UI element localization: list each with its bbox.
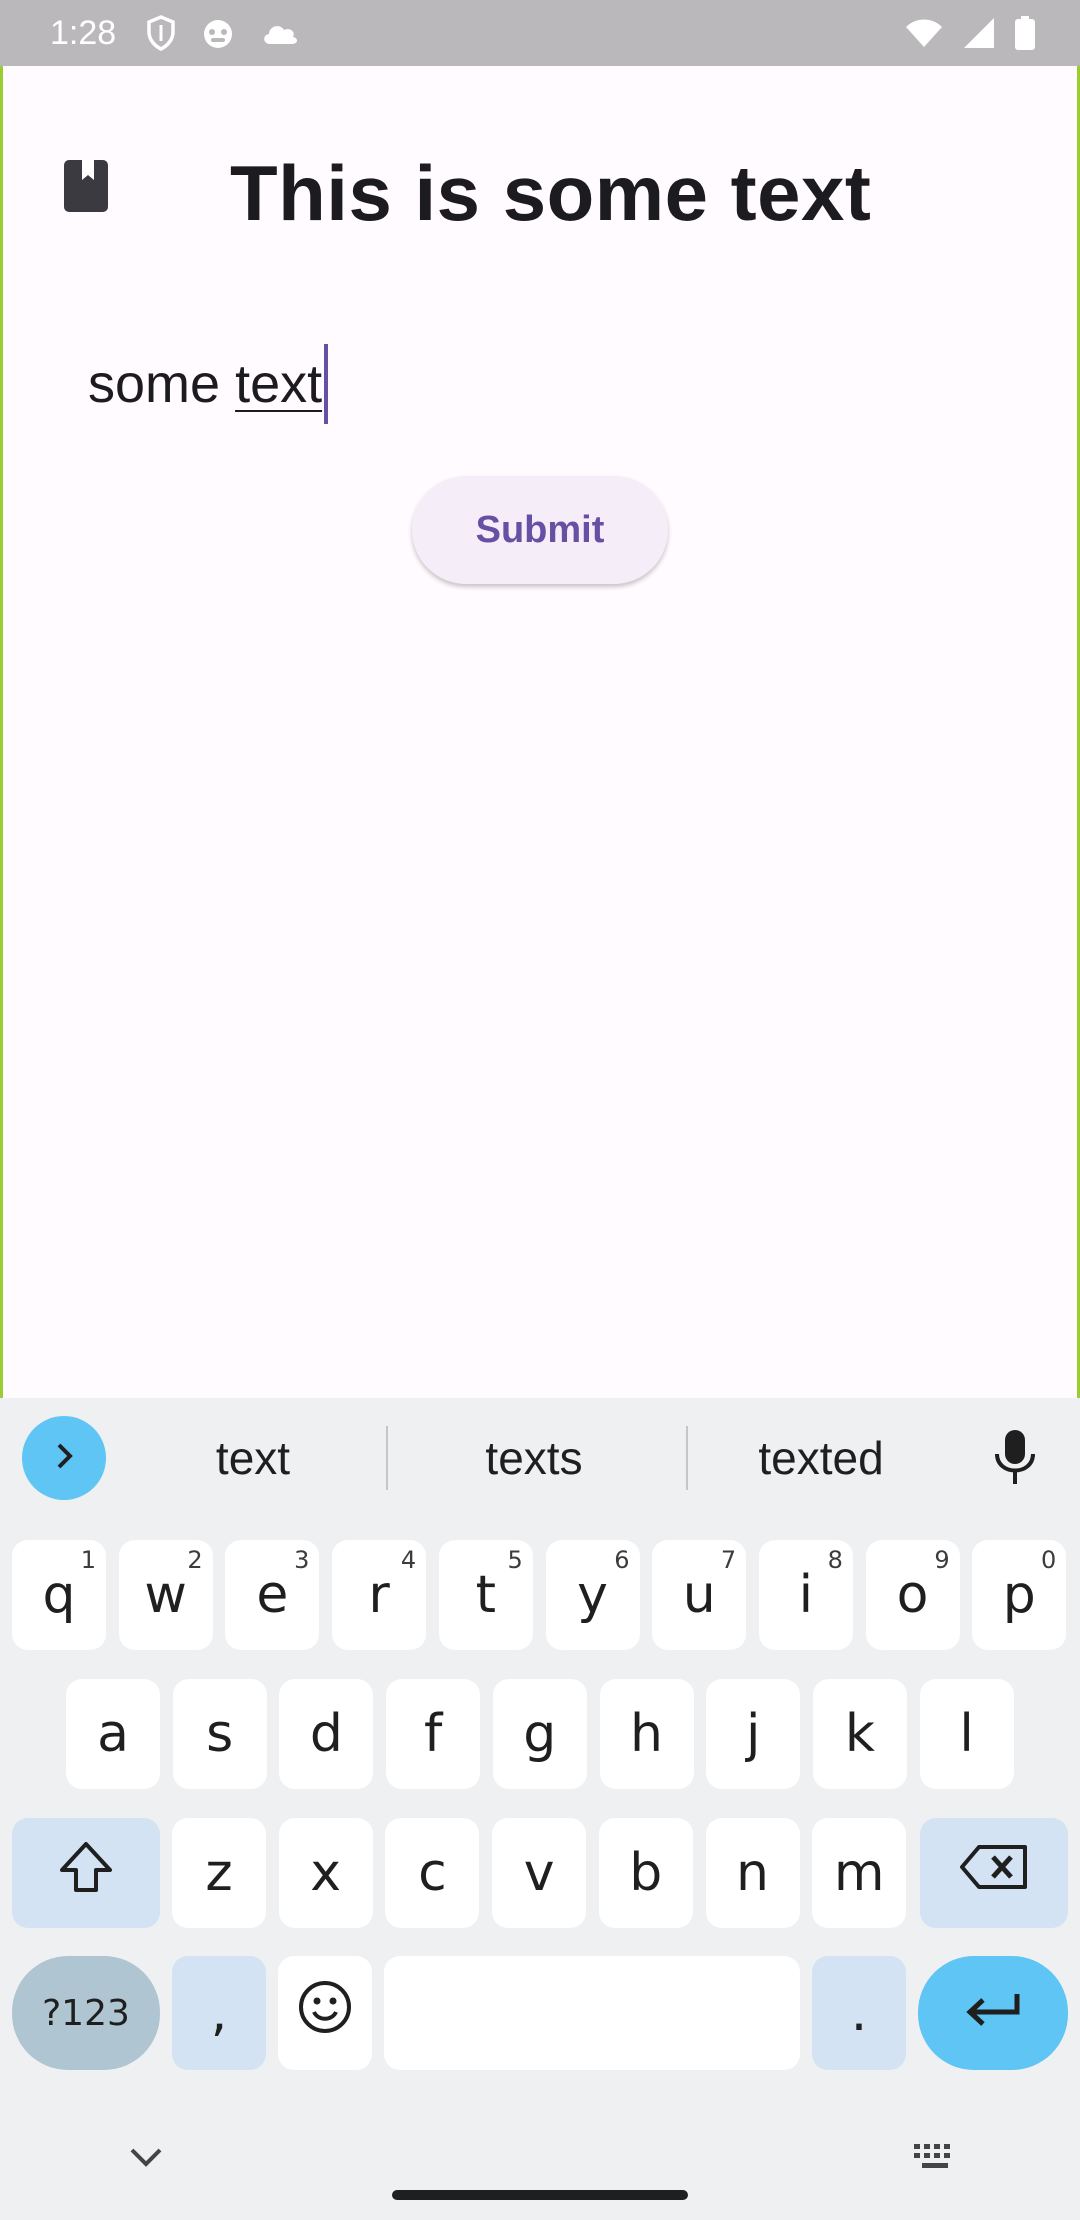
emoji-smile-icon [297,1979,353,2048]
enter-arrow-icon [963,1983,1023,2043]
battery-icon [1014,16,1036,50]
toolbar-expand-button[interactable] [22,1416,106,1500]
key-number-hint: 3 [294,1546,310,1574]
backspace-icon [959,1843,1029,1903]
key-j[interactable]: j [706,1679,801,1789]
key-label: o [896,1565,929,1625]
key-b[interactable]: b [598,1818,693,1928]
cat-face-icon [200,17,236,49]
key-label: u [682,1565,716,1625]
input-composing-text: text [235,354,323,414]
key-w[interactable]: w2 [118,1540,213,1650]
enter-key[interactable] [918,1956,1068,2070]
key-label: t [475,1565,496,1625]
shield-icon [146,15,176,51]
key-n[interactable]: n [705,1818,800,1928]
key-m[interactable]: m [812,1818,907,1928]
key-e[interactable]: e3 [225,1540,320,1650]
key-q[interactable]: q1 [12,1540,106,1650]
suggestion-divider [686,1426,688,1490]
key-v[interactable]: v [492,1818,587,1928]
key-y[interactable]: y6 [545,1540,640,1650]
key-z[interactable]: z [172,1818,266,1928]
status-bar: 1:28 [0,0,1080,66]
key-a[interactable]: a [66,1679,160,1789]
key-u[interactable]: u7 [652,1540,747,1650]
key-number-hint: 7 [720,1546,737,1574]
wifi-icon [904,17,944,49]
key-g[interactable]: g [492,1679,587,1789]
key-number-hint: 0 [1041,1546,1057,1574]
suggestion-divider [386,1426,388,1490]
key-number-hint: 9 [934,1546,950,1574]
key-l[interactable]: l [919,1679,1014,1789]
shift-key[interactable] [12,1818,160,1928]
key-p[interactable]: p0 [972,1540,1067,1650]
emoji-key[interactable] [278,1956,372,2070]
text-input-field[interactable]: some text [88,344,848,424]
status-time: 1:28 [50,13,117,52]
navigation-handle[interactable] [392,2190,688,2200]
space-key[interactable] [384,1956,800,2070]
key-label: y [577,1565,608,1625]
soft-keyboard: text texts texted q1w2e3r4t5y6u7i8o9p0 a… [0,1398,1080,2220]
key-label: q [42,1565,76,1625]
key-h[interactable]: h [599,1679,694,1789]
suggestion-1[interactable]: text [128,1420,378,1496]
symbols-key[interactable]: ?123 [12,1956,160,2070]
period-key[interactable]: . [812,1956,906,2070]
key-i[interactable]: i8 [758,1540,853,1650]
key-label: w [144,1565,187,1625]
book-icon [62,158,110,214]
key-number-hint: 5 [507,1546,523,1574]
hide-keyboard-chevron-icon[interactable] [126,2146,166,2175]
key-number-hint: 8 [827,1546,843,1574]
key-d[interactable]: d [279,1679,374,1789]
backspace-key[interactable] [920,1818,1068,1928]
key-s[interactable]: s [172,1679,267,1789]
page-title: This is some text [230,149,872,237]
key-k[interactable]: k [812,1679,907,1789]
key-f[interactable]: f [386,1679,481,1789]
key-label: p [1002,1565,1036,1625]
comma-key[interactable]: , [172,1956,266,2070]
text-cursor [324,344,329,424]
signal-icon [962,16,996,50]
key-number-hint: 1 [80,1546,96,1574]
keyboard-switch-icon[interactable] [912,2142,958,2179]
suggestion-3[interactable]: texted [694,1420,948,1496]
suggestion-bar: text texts texted [0,1398,1080,1520]
key-t[interactable]: t5 [438,1540,533,1650]
key-label: i [798,1565,814,1625]
input-committed-text: some [88,354,236,414]
cloud-icon [260,20,300,46]
key-number-hint: 4 [400,1546,417,1574]
key-o[interactable]: o9 [865,1540,960,1650]
app-content: This is some text some text Submit [0,66,1080,1396]
key-label: e [256,1565,289,1625]
key-x[interactable]: x [278,1818,373,1928]
chevron-right-icon [49,1441,79,1476]
key-number-hint: 2 [187,1546,203,1574]
submit-button[interactable]: Submit [412,476,668,584]
key-label: r [368,1565,390,1625]
microphone-icon[interactable] [992,1428,1038,1493]
shift-arrow-icon [58,1840,114,1907]
key-r[interactable]: r4 [332,1540,427,1650]
key-c[interactable]: c [385,1818,480,1928]
suggestion-2[interactable]: texts [394,1420,674,1496]
key-number-hint: 6 [614,1546,630,1574]
